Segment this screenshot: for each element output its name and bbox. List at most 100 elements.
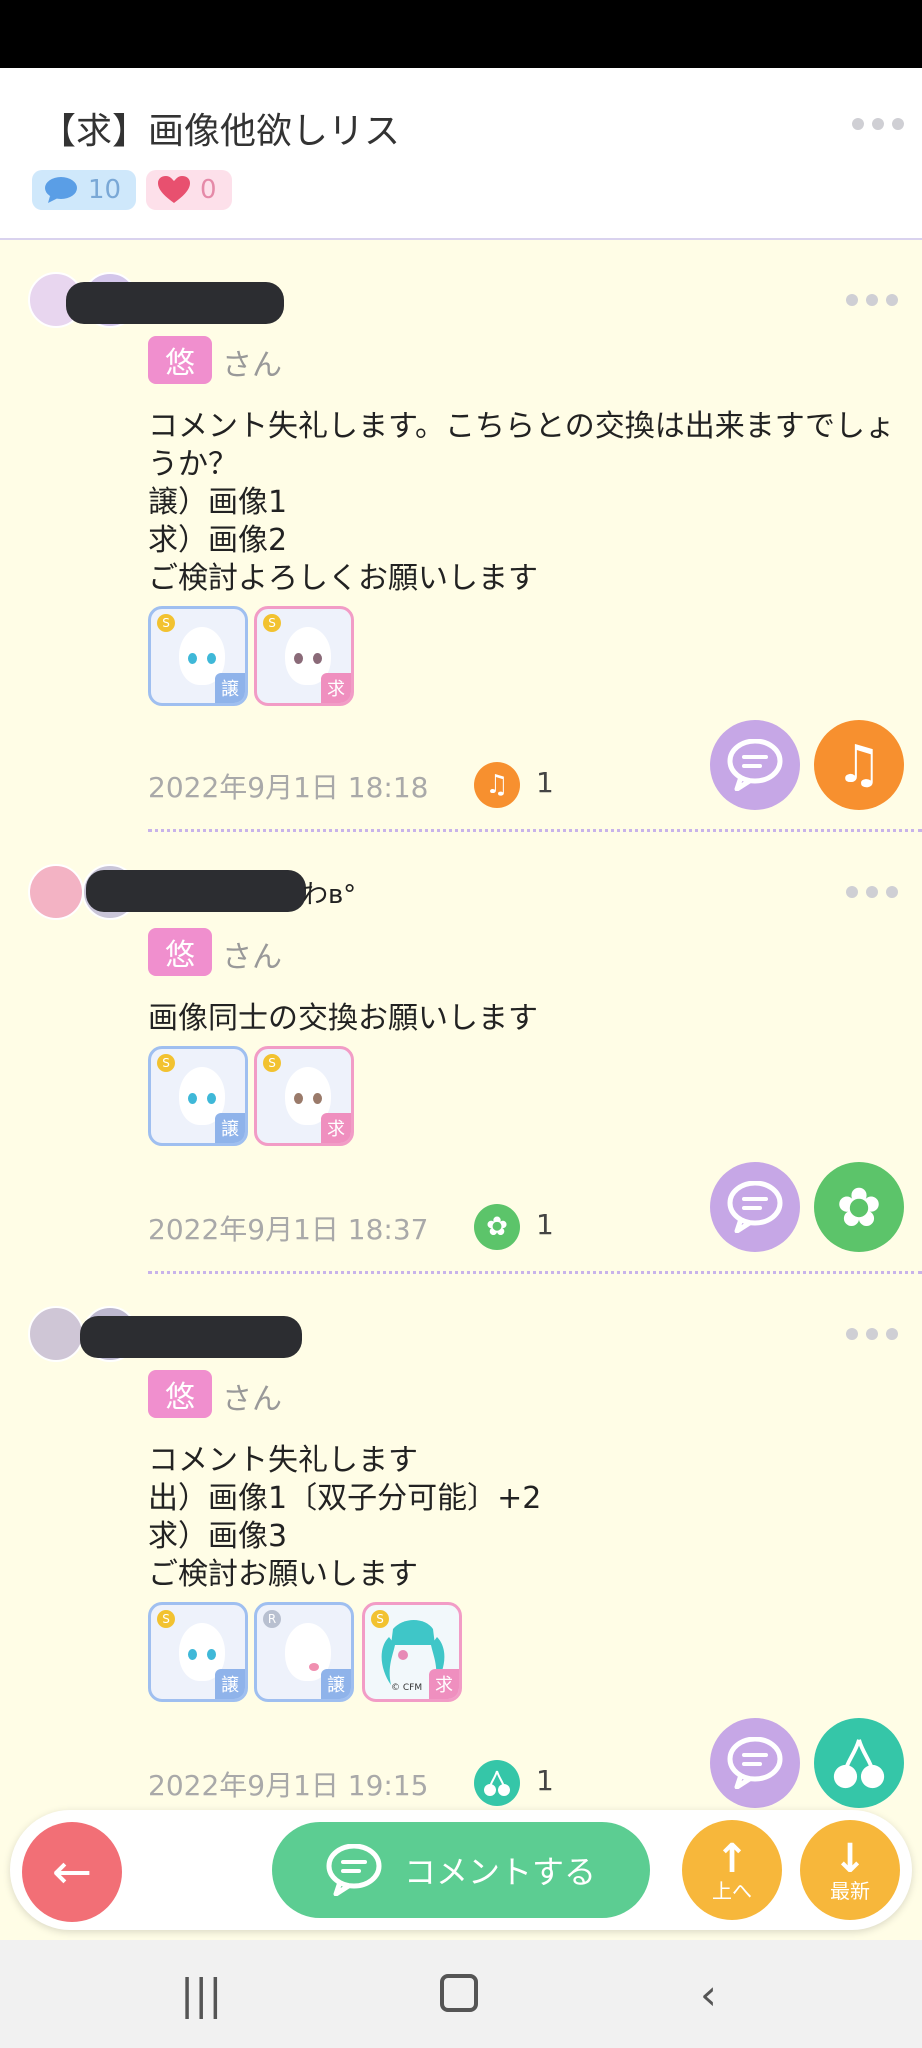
post-more-icon[interactable] bbox=[846, 1328, 898, 1340]
comment-post: 悠 さん コメント失礼します 出）画像1〔双子分可能〕+2 求）画像3 ご検討お… bbox=[0, 1274, 922, 1814]
flower-reaction-button[interactable]: ✿ bbox=[814, 1162, 904, 1252]
eye bbox=[313, 653, 322, 664]
heart-icon bbox=[158, 176, 190, 203]
music-note-icon: ♫ bbox=[835, 735, 883, 795]
redacted-username bbox=[66, 282, 284, 324]
cherry-icon bbox=[484, 1770, 510, 1796]
speech-bubble-icon bbox=[727, 1737, 783, 1789]
cherry-icon[interactable] bbox=[474, 1760, 520, 1806]
post-line: コメント失礼します。こちらとの交換は出来ますでしょ bbox=[148, 409, 895, 444]
back-button[interactable]: ← bbox=[22, 1822, 122, 1922]
item-thumbnail[interactable]: S 譲 bbox=[148, 1602, 248, 1702]
rank-badge: S bbox=[263, 1054, 281, 1072]
post-line: ご検討よろしくお願いします bbox=[148, 561, 538, 596]
eye bbox=[188, 1649, 197, 1660]
speech-bubble-icon bbox=[326, 1844, 382, 1896]
redacted-username bbox=[86, 870, 306, 912]
eye bbox=[207, 1649, 216, 1660]
post-date: 2022年9月1日 18:37 bbox=[148, 1213, 429, 1246]
system-navigation-bar: ||| ‹ bbox=[0, 1940, 922, 2048]
post-date: 2022年9月1日 18:18 bbox=[148, 771, 429, 804]
eye bbox=[294, 1093, 303, 1104]
reply-button[interactable] bbox=[710, 720, 800, 810]
flower-icon[interactable]: ✿ bbox=[474, 1204, 520, 1250]
avatar[interactable] bbox=[28, 1306, 84, 1362]
honorific: さん bbox=[222, 940, 282, 975]
rank-badge: S bbox=[157, 1610, 175, 1628]
arrow-down-icon: ↓ bbox=[833, 1836, 867, 1882]
reaction-count: 1 bbox=[536, 1764, 554, 1797]
status-bar bbox=[0, 0, 922, 68]
username-fragment: わʙ° bbox=[302, 880, 357, 910]
user-tag: 悠 bbox=[148, 336, 212, 384]
accessory bbox=[309, 1663, 319, 1671]
post-line: 譲）画像1 bbox=[148, 485, 288, 520]
home-icon[interactable] bbox=[440, 1974, 478, 2012]
post-line: 出）画像1〔双子分可能〕+2 bbox=[148, 1481, 542, 1516]
post-text: コメント失礼します。こちらとの交換は出来ますでしょ うか？ 譲）画像1 求）画像… bbox=[148, 408, 895, 598]
flower-icon: ✿ bbox=[836, 1175, 882, 1239]
item-label: 譲 bbox=[215, 673, 245, 703]
comment-post: 悠 さん コメント失礼します。こちらとの交換は出来ますでしょ うか？ 譲）画像1… bbox=[0, 240, 922, 832]
thread-title: 【求】画像他欲しリス bbox=[40, 111, 401, 152]
post-more-icon[interactable] bbox=[846, 886, 898, 898]
arrow-up-icon: ↑ bbox=[715, 1836, 749, 1882]
eye bbox=[207, 1093, 216, 1104]
user-tag: 悠 bbox=[148, 1370, 212, 1418]
eye bbox=[207, 653, 216, 664]
back-nav-icon[interactable]: ‹ bbox=[700, 1970, 717, 2019]
post-more-icon[interactable] bbox=[846, 294, 898, 306]
honorific: さん bbox=[222, 1382, 282, 1417]
reaction-count: 1 bbox=[536, 766, 554, 799]
reply-button[interactable] bbox=[710, 1718, 800, 1808]
post-date: 2022年9月1日 19:15 bbox=[148, 1769, 429, 1802]
post-text: 画像同士の交換お願いします bbox=[148, 1000, 888, 1038]
more-options-icon[interactable] bbox=[852, 118, 904, 130]
like-count: 0 bbox=[200, 175, 217, 205]
write-comment-button[interactable]: コメントする bbox=[272, 1822, 650, 1918]
avatar[interactable] bbox=[28, 864, 84, 920]
item-thumbnail[interactable]: S 譲 bbox=[148, 1046, 248, 1146]
eye bbox=[313, 1093, 322, 1104]
recent-apps-icon[interactable]: ||| bbox=[180, 1970, 222, 2019]
copyright-watermark: © CFM bbox=[391, 1683, 423, 1693]
user-tag: 悠 bbox=[148, 928, 212, 976]
eye bbox=[294, 653, 303, 664]
item-label: 譲 bbox=[215, 1113, 245, 1143]
item-label: 譲 bbox=[215, 1669, 245, 1699]
jump-latest-button[interactable]: ↓ 最新 bbox=[800, 1820, 900, 1920]
cherry-reaction-button[interactable] bbox=[814, 1718, 904, 1808]
redacted-username bbox=[80, 1316, 302, 1358]
post-line: ご検討お願いします bbox=[148, 1557, 418, 1592]
post-line: 画像同士の交換お願いします bbox=[148, 1001, 538, 1036]
post-text: コメント失礼します 出）画像1〔双子分可能〕+2 求）画像3 ご検討お願いします bbox=[148, 1442, 888, 1594]
item-thumbnail[interactable]: S 求 bbox=[254, 1046, 354, 1146]
like-count-badge[interactable]: 0 bbox=[146, 170, 232, 210]
speech-bubble-icon bbox=[727, 739, 783, 791]
write-comment-label: コメントする bbox=[403, 1853, 596, 1891]
reaction-count: 1 bbox=[536, 1208, 554, 1241]
rank-badge: R bbox=[263, 1610, 281, 1628]
scroll-up-label: 上へ bbox=[712, 1879, 752, 1903]
reply-button[interactable] bbox=[710, 1162, 800, 1252]
item-thumbnail[interactable]: S © CFM 求 bbox=[362, 1602, 462, 1702]
item-label: 譲 bbox=[321, 1669, 351, 1699]
eye bbox=[188, 1093, 197, 1104]
post-line: コメント失礼します bbox=[148, 1443, 418, 1478]
item-thumbnail[interactable]: R 譲 bbox=[254, 1602, 354, 1702]
scroll-up-button[interactable]: ↑ 上へ bbox=[682, 1820, 782, 1920]
post-line: うか？ bbox=[148, 447, 238, 482]
thread-header: 【求】画像他欲しリス 10 0 bbox=[0, 68, 922, 240]
honorific: さん bbox=[222, 348, 282, 383]
speech-bubble-icon bbox=[727, 1181, 783, 1233]
speech-bubble-icon bbox=[45, 177, 77, 203]
music-note-icon[interactable]: ♫ bbox=[474, 762, 520, 808]
music-note-reaction-button[interactable]: ♫ bbox=[814, 720, 904, 810]
latest-label: 最新 bbox=[830, 1879, 870, 1903]
cherry-icon bbox=[833, 1739, 885, 1789]
rank-badge: S bbox=[263, 614, 281, 632]
item-thumbnail[interactable]: S 譲 bbox=[148, 606, 248, 706]
post-line: 求）画像3 bbox=[148, 1519, 288, 1554]
rank-badge: S bbox=[157, 1054, 175, 1072]
item-thumbnail[interactable]: S 求 bbox=[254, 606, 354, 706]
